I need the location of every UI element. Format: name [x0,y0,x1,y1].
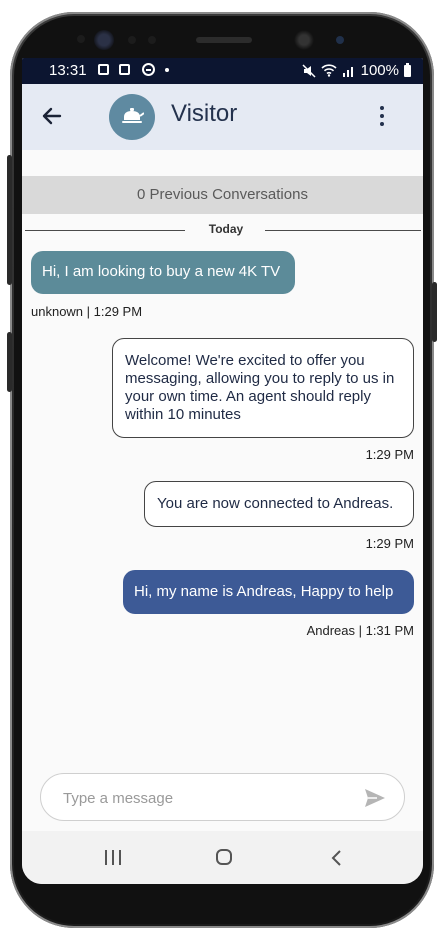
sensor-icon [336,36,344,44]
battery-icon [404,62,411,77]
visitor-message-bubble: Hi, I am looking to buy a new 4K TV [31,251,295,294]
avatar[interactable] [109,94,155,140]
signal-icon [342,66,353,77]
battery-percent: 100% [360,62,399,79]
recents-icon[interactable] [104,850,122,866]
sensor-icon [148,36,156,44]
page-title: Visitor [171,100,238,127]
message-meta: 1:29 PM [365,536,414,551]
do-not-disturb-icon [142,63,155,76]
sensor-icon [77,35,85,43]
message-composer [40,773,405,821]
earpiece-speaker [196,37,252,43]
send-icon[interactable] [364,788,386,808]
system-nav-bar [22,831,423,884]
notification-icon [98,64,109,75]
more-notifications-icon [165,68,169,72]
message-meta: Andreas | 1:31 PM [306,623,414,638]
date-label: Today [208,222,244,236]
system-message-bubble: You are now connected to Andreas. [144,481,414,527]
front-camera-icon [294,30,314,50]
app-bar: Visitor [22,84,423,150]
previous-conversations-bar[interactable]: 0 Previous Conversations [22,176,423,214]
status-time: 13:31 [49,62,87,79]
divider-line [265,230,421,231]
mute-icon [302,63,316,78]
home-icon[interactable] [216,849,232,865]
status-right: 100% [302,62,411,79]
back-arrow-icon[interactable] [36,100,68,132]
message-meta: 1:29 PM [365,447,414,462]
sensor-icon [128,36,136,44]
message-meta: unknown | 1:29 PM [31,304,143,319]
screen: 13:31 100% Visitor 0 Previous Conversati… [22,58,423,884]
volume-button [7,155,12,285]
more-vert-icon[interactable] [373,104,391,128]
agent-message-bubble: Welcome! We're excited to offer you mess… [112,338,414,438]
bixby-button [7,332,12,392]
notification-icon [119,64,130,75]
wifi-icon [321,64,337,77]
agent-message-bubble: Hi, my name is Andreas, Happy to help [123,570,414,614]
status-bar: 13:31 100% [22,58,423,84]
nav-back-icon[interactable] [327,848,347,868]
power-button [432,282,437,342]
kettle-icon [122,108,144,123]
iris-scanner-icon [94,30,114,50]
message-input[interactable] [61,786,345,810]
divider-line [25,230,185,231]
